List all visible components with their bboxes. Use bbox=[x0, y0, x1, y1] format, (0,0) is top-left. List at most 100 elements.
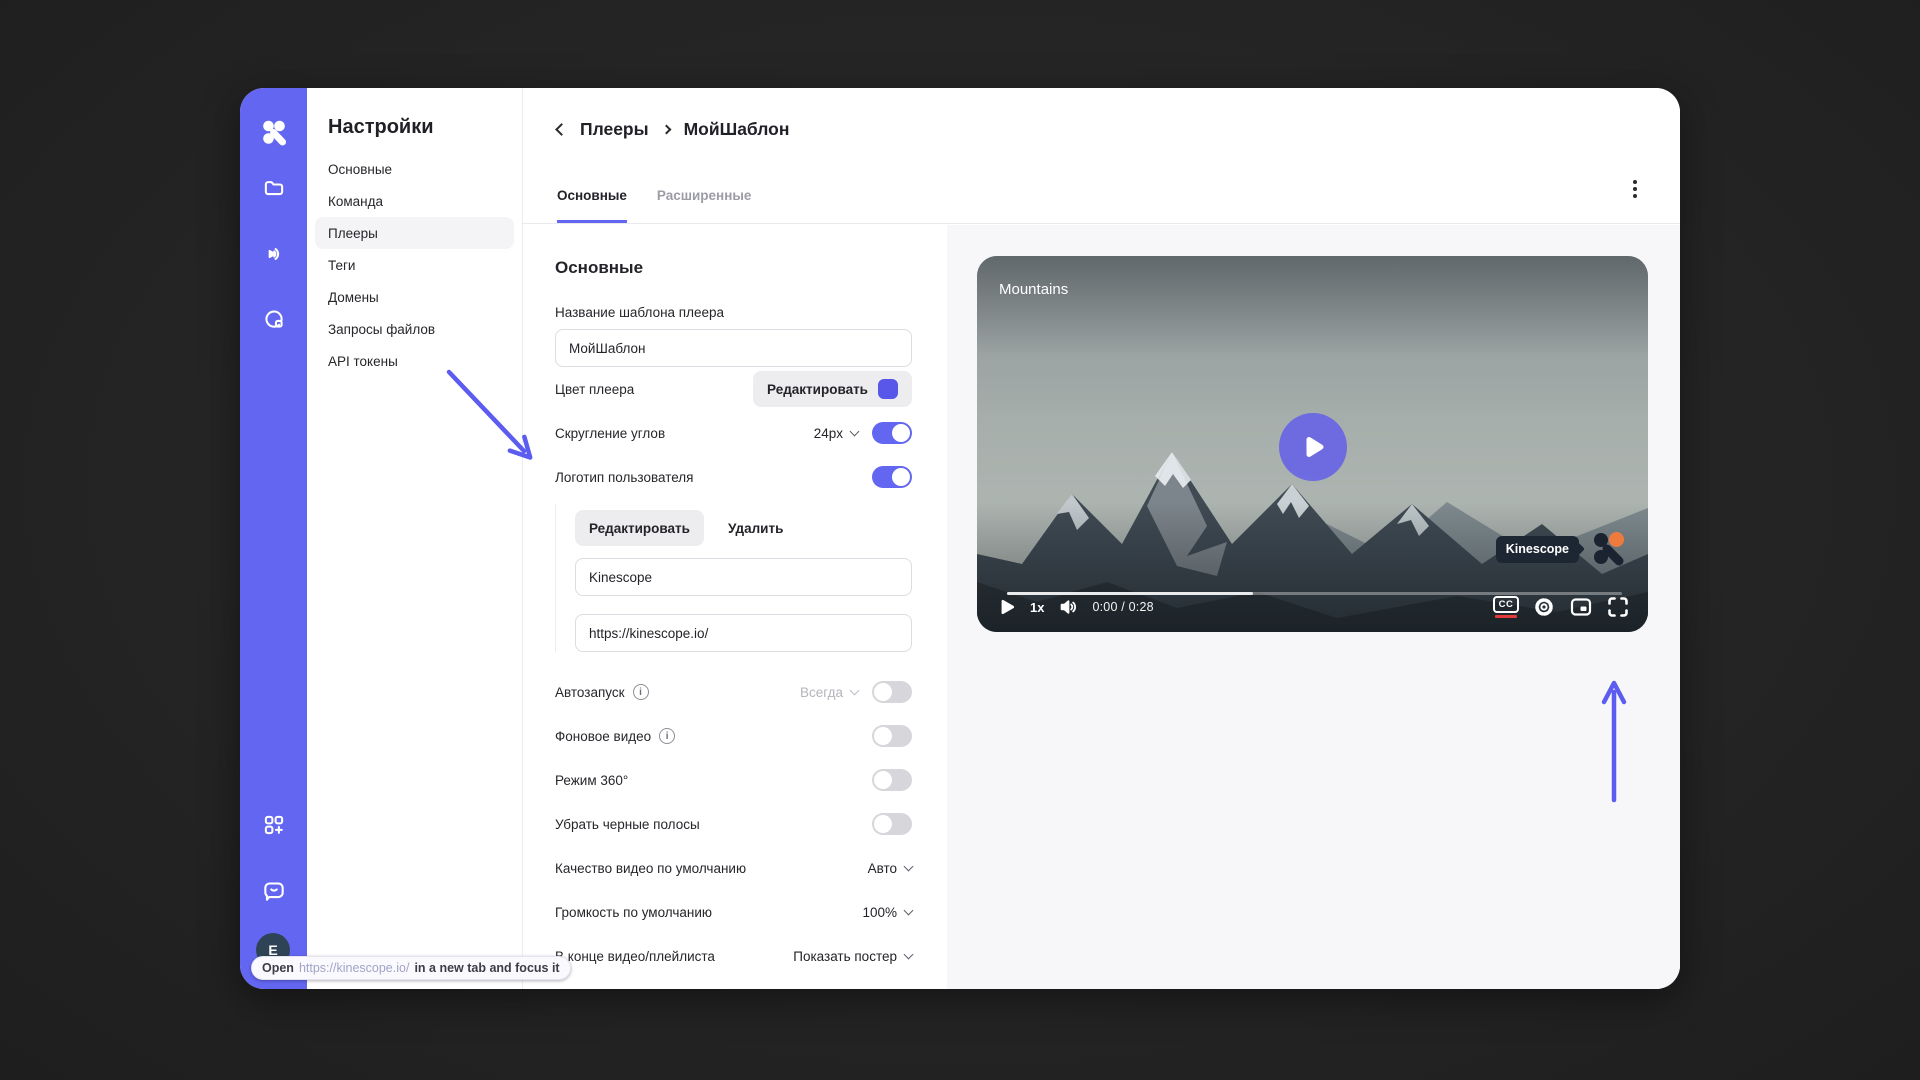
corner-radius-label: Скругление углов bbox=[555, 426, 665, 441]
logo-delete-button[interactable]: Удалить bbox=[714, 510, 797, 546]
volume-icon[interactable] bbox=[1057, 596, 1079, 618]
user-logo-row: Логотип пользователя bbox=[555, 455, 912, 499]
default-volume-dropdown[interactable]: 100% bbox=[862, 905, 912, 920]
player-color-label: Цвет плеера bbox=[555, 382, 634, 397]
kebab-menu-icon[interactable] bbox=[1622, 176, 1648, 202]
default-quality-dropdown[interactable]: Авто bbox=[868, 861, 912, 876]
video-end-dropdown[interactable]: Показать постер bbox=[793, 949, 912, 964]
page-title: МойШаблон bbox=[684, 119, 790, 140]
template-name-label: Название шаблона плеера bbox=[555, 305, 912, 320]
breadcrumb-section[interactable]: Плееры bbox=[580, 119, 649, 140]
status-suffix: in a new tab and focus it bbox=[414, 961, 559, 975]
nav-item-team[interactable]: Команда bbox=[315, 185, 514, 217]
autoplay-dropdown[interactable]: Всегда bbox=[800, 685, 858, 700]
primary-sidebar bbox=[240, 88, 307, 989]
tab-advanced[interactable]: Расширенные bbox=[657, 188, 752, 223]
user-logo-toggle[interactable] bbox=[872, 466, 912, 488]
mode-360-toggle[interactable] bbox=[872, 769, 912, 791]
autoplay-toggle[interactable] bbox=[872, 681, 912, 703]
video-end-row: В конце видео/плейлиста Показать постер bbox=[555, 934, 912, 978]
player-color-edit-button[interactable]: Редактировать bbox=[753, 371, 912, 407]
player-color-row: Цвет плеера Редактировать bbox=[555, 367, 912, 411]
info-icon[interactable]: i bbox=[633, 684, 649, 700]
player-preview-panel: Mountains Kinescope bbox=[947, 225, 1680, 989]
player-controls: 1x 0:00 / 0:28 CC bbox=[997, 587, 1630, 627]
player-top-gradient bbox=[977, 256, 1648, 356]
sidebar-item-library-icon[interactable] bbox=[253, 166, 295, 208]
corner-radius-toggle[interactable] bbox=[872, 422, 912, 444]
breadcrumb: Плееры МойШаблон bbox=[557, 107, 789, 151]
sidebar-item-streams-icon[interactable] bbox=[253, 233, 295, 275]
logo-url-input[interactable] bbox=[575, 614, 912, 652]
info-icon[interactable]: i bbox=[659, 728, 675, 744]
kinescope-watermark[interactable]: Kinescope bbox=[1496, 529, 1628, 569]
nav-item-api-tokens[interactable]: API токены bbox=[315, 345, 514, 377]
nav-item-general[interactable]: Основные bbox=[315, 153, 514, 185]
background-video-row: Фоновое видео i bbox=[555, 714, 912, 758]
settings-nav: Настройки Основные Команда Плееры Теги Д… bbox=[307, 88, 523, 989]
tab-bar: Плееры МойШаблон Основные Расширенные bbox=[523, 88, 1680, 224]
nav-item-domains[interactable]: Домены bbox=[315, 281, 514, 313]
chevron-down-icon bbox=[850, 685, 860, 695]
breadcrumb-separator-icon bbox=[661, 124, 671, 134]
time-display: 0:00 / 0:28 bbox=[1092, 600, 1153, 614]
user-logo-group: Редактировать Удалить bbox=[555, 504, 912, 652]
default-quality-label: Качество видео по умолчанию bbox=[555, 861, 746, 876]
nav-item-tags[interactable]: Теги bbox=[315, 249, 514, 281]
black-bars-toggle[interactable] bbox=[872, 813, 912, 835]
back-chevron-icon[interactable] bbox=[555, 123, 568, 136]
main-content: Плееры МойШаблон Основные Расширенные Ос… bbox=[523, 88, 1680, 989]
background-video-label: Фоновое видео bbox=[555, 729, 651, 744]
fullscreen-icon[interactable] bbox=[1606, 595, 1630, 619]
kinescope-logo-icon[interactable] bbox=[253, 112, 295, 154]
mode-360-row: Режим 360° bbox=[555, 758, 912, 802]
black-bars-label: Убрать черные полосы bbox=[555, 817, 700, 832]
play-button-icon[interactable] bbox=[997, 597, 1017, 617]
settings-title: Настройки bbox=[328, 116, 522, 139]
chevron-down-icon bbox=[904, 861, 914, 871]
chevron-down-icon bbox=[904, 905, 914, 915]
user-logo-label: Логотип пользователя bbox=[555, 470, 693, 485]
link-status-tooltip: Open https://kinescope.io/ in a new tab … bbox=[251, 956, 571, 980]
kinescope-watermark-logo-icon bbox=[1588, 529, 1628, 569]
sidebar-item-records-icon[interactable] bbox=[253, 298, 295, 340]
default-quality-row: Качество видео по умолчанию Авто bbox=[555, 846, 912, 890]
cc-active-indicator bbox=[1495, 615, 1517, 618]
default-volume-label: Громкость по умолчанию bbox=[555, 905, 712, 920]
logo-edit-button[interactable]: Редактировать bbox=[575, 510, 704, 546]
default-volume-row: Громкость по умолчанию 100% bbox=[555, 890, 912, 934]
desktop-background: Настройки Основные Команда Плееры Теги Д… bbox=[0, 0, 1920, 1080]
video-end-label: В конце видео/плейлиста bbox=[555, 949, 715, 964]
sidebar-item-apps-icon[interactable] bbox=[253, 804, 295, 846]
playback-speed-button[interactable]: 1x bbox=[1030, 600, 1044, 615]
video-title: Mountains bbox=[999, 281, 1068, 298]
captions-button[interactable]: CC bbox=[1493, 596, 1519, 618]
chevron-down-icon bbox=[904, 949, 914, 959]
big-play-button[interactable] bbox=[1279, 413, 1347, 481]
corner-radius-row: Скругление углов 24px bbox=[555, 411, 912, 455]
settings-nav-list: Основные Команда Плееры Теги Домены Запр… bbox=[307, 153, 522, 377]
autoplay-label: Автозапуск bbox=[555, 685, 625, 700]
chevron-down-icon bbox=[850, 426, 860, 436]
settings-content: Основные Название шаблона плеера Цвет пл… bbox=[523, 225, 1680, 989]
status-url: https://kinescope.io/ bbox=[299, 961, 409, 975]
kinescope-badge-label: Kinescope bbox=[1496, 536, 1579, 563]
corner-radius-dropdown[interactable]: 24px bbox=[814, 426, 858, 441]
nav-item-players[interactable]: Плееры bbox=[315, 217, 514, 249]
cc-icon: CC bbox=[1493, 596, 1519, 613]
template-name-input[interactable] bbox=[555, 329, 912, 367]
nav-item-file-requests[interactable]: Запросы файлов bbox=[315, 313, 514, 345]
autoplay-row: Автозапуск i Всегда bbox=[555, 670, 912, 714]
settings-gear-icon[interactable] bbox=[1532, 595, 1556, 619]
color-swatch bbox=[878, 379, 898, 399]
app-window: Настройки Основные Команда Плееры Теги Д… bbox=[240, 88, 1680, 989]
status-prefix: Open bbox=[262, 961, 294, 975]
logo-name-input[interactable] bbox=[575, 558, 912, 596]
background-video-toggle[interactable] bbox=[872, 725, 912, 747]
tab-basic[interactable]: Основные bbox=[557, 188, 627, 223]
video-player-preview: Mountains Kinescope bbox=[977, 256, 1648, 632]
sidebar-item-support-chat-icon[interactable] bbox=[253, 869, 295, 911]
black-bars-row: Убрать черные полосы bbox=[555, 802, 912, 846]
pip-icon[interactable] bbox=[1569, 595, 1593, 619]
mode-360-label: Режим 360° bbox=[555, 773, 628, 788]
